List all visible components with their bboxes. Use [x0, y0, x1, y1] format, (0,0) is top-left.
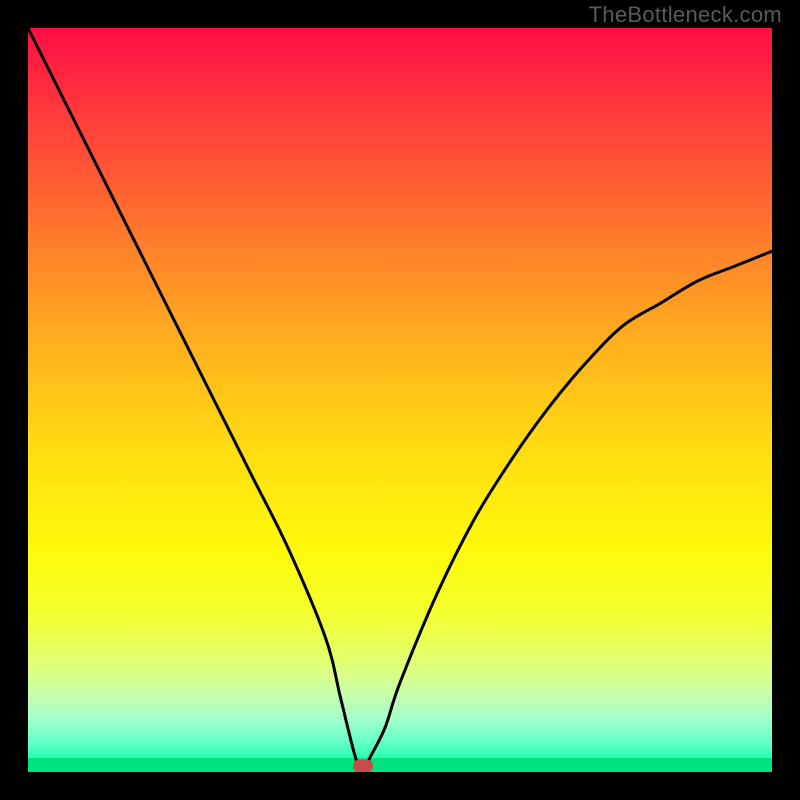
bottleneck-curve-path: [28, 28, 772, 772]
chart-container: TheBottleneck.com: [0, 0, 800, 800]
plot-area: [28, 28, 772, 772]
watermark-text: TheBottleneck.com: [589, 2, 782, 28]
bottleneck-curve-svg: [28, 28, 772, 772]
optimal-point-marker: [353, 760, 373, 773]
